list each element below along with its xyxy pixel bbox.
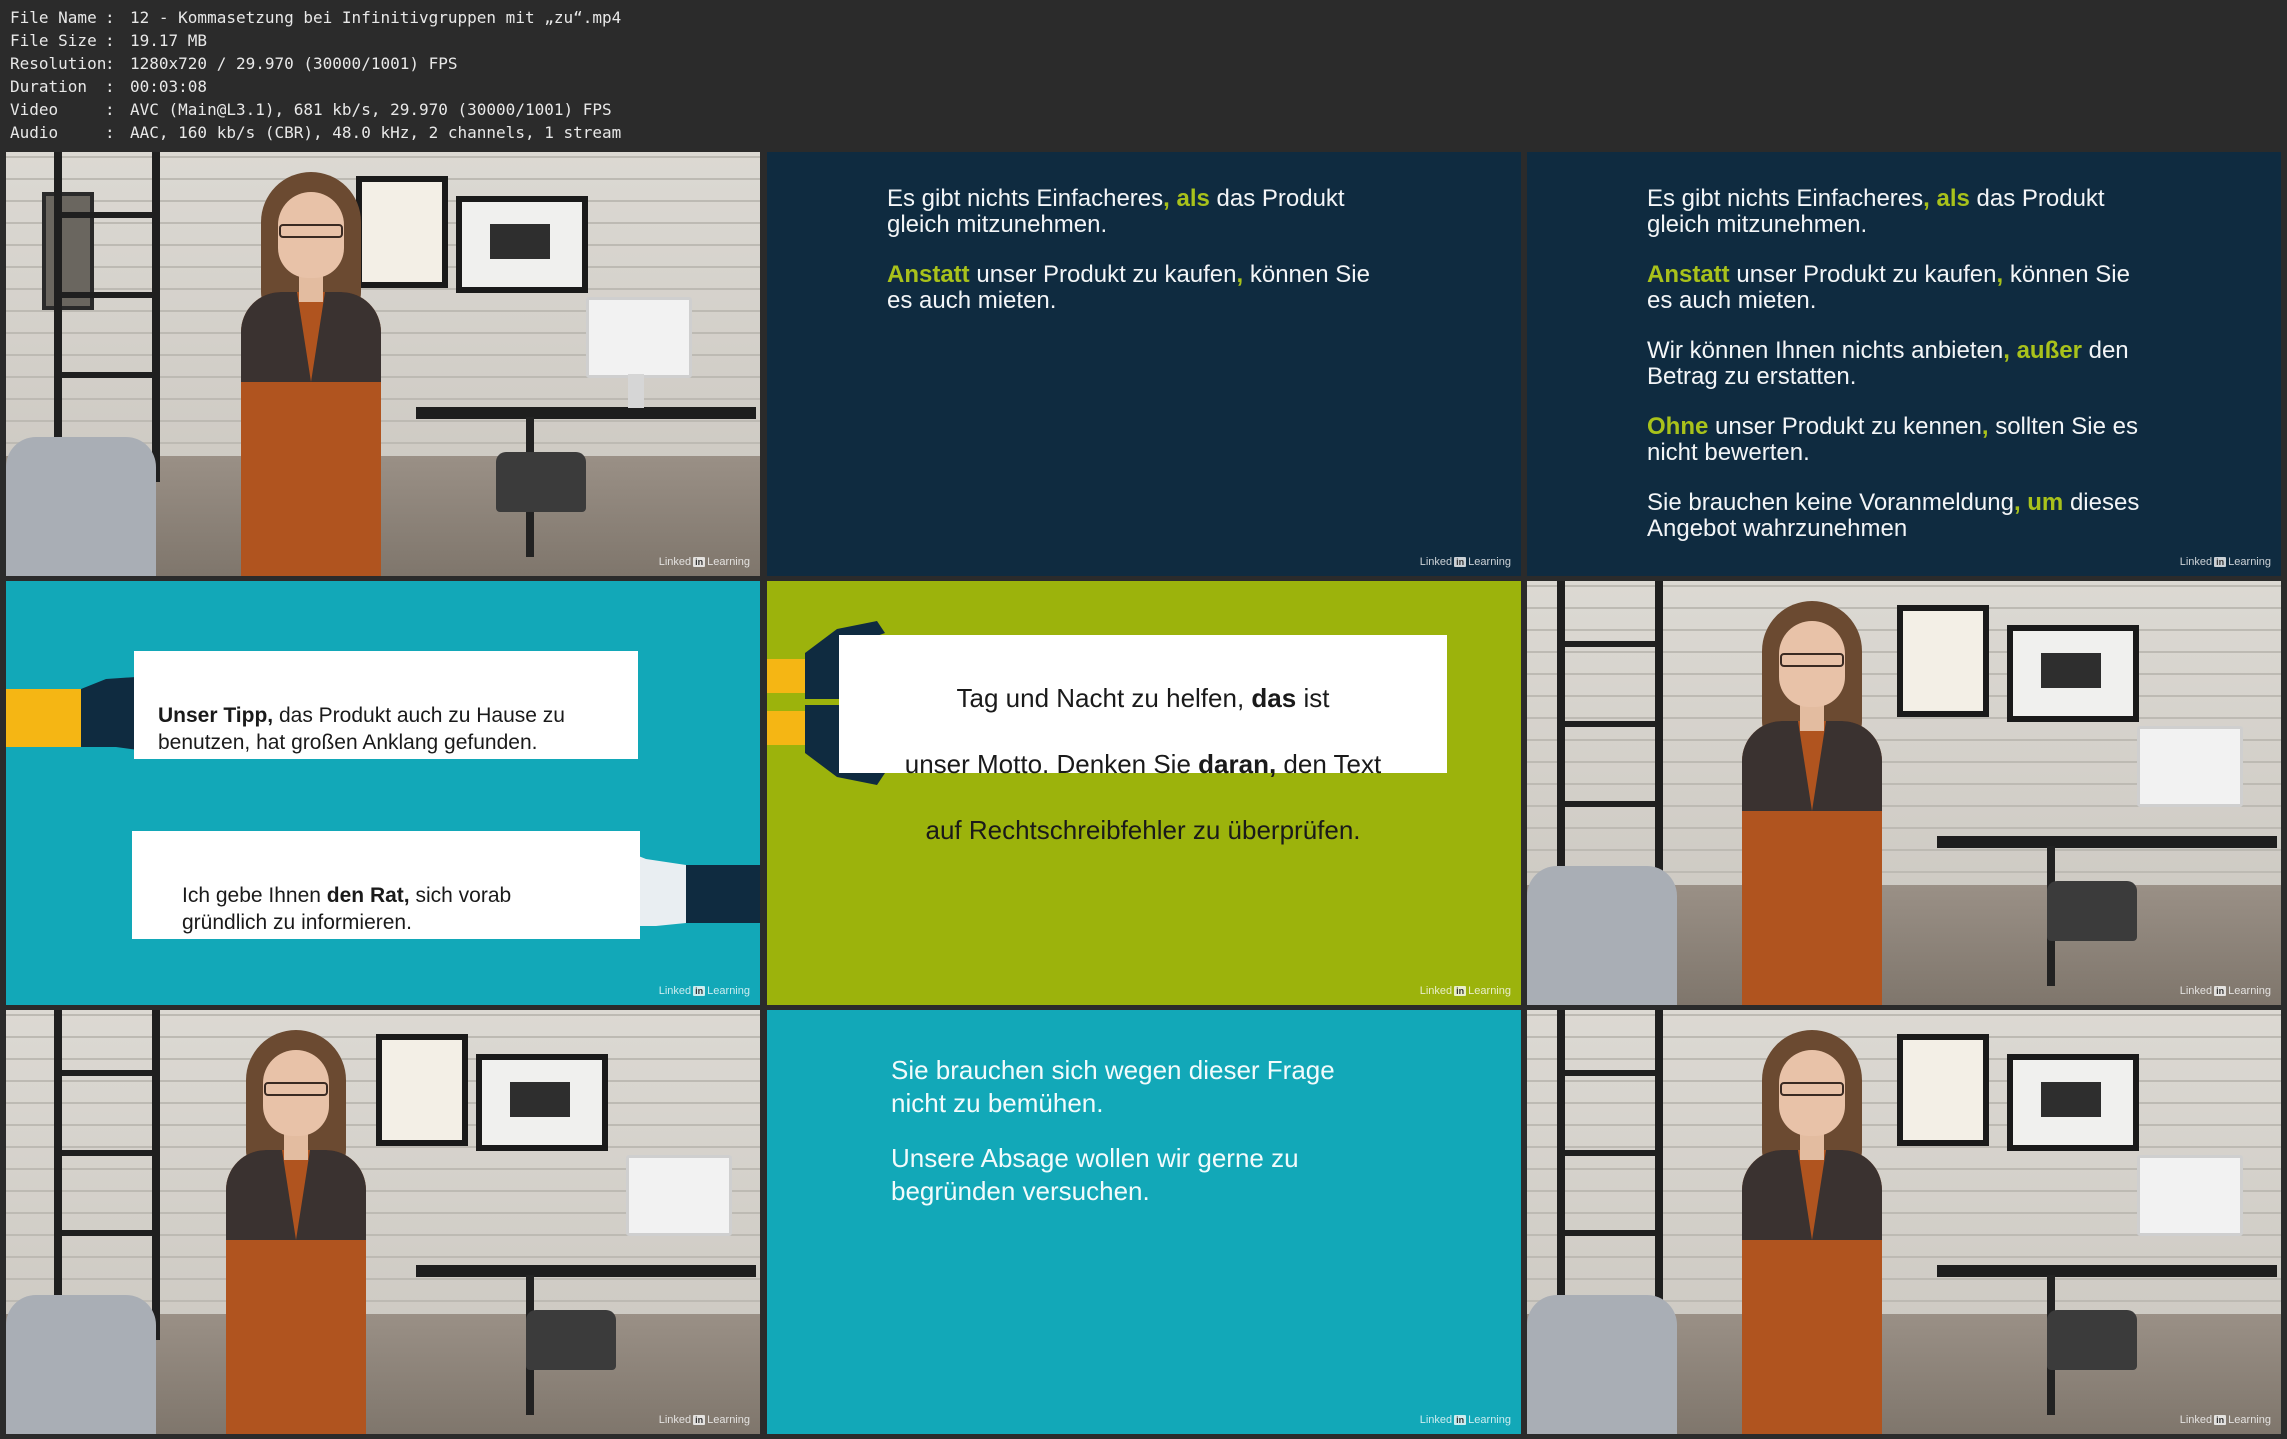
slide-text: Sie brauchen sich wegen dieser Frage nic… — [891, 1055, 1335, 1206]
metadata-value: 12 - Kommasetzung bei Infinitivgruppen m… — [130, 8, 622, 27]
metadata-separator: : — [105, 123, 115, 142]
presenter — [1722, 601, 1902, 1005]
metadata-separator: : — [105, 54, 115, 73]
metadata-separator: : — [105, 31, 115, 50]
metadata-key: Audio — [10, 123, 59, 142]
linkedin-learning-watermark: Linked in Learning — [658, 985, 750, 997]
metadata-row: Duration:00:03:08 — [10, 75, 621, 98]
office-chair — [2047, 881, 2137, 941]
sofa — [6, 437, 156, 576]
highlight-word: , außer — [2003, 337, 2082, 364]
office-chair — [496, 452, 586, 512]
metadata-key: Duration — [10, 77, 88, 96]
motto-card: Tag und Nacht zu helfen, das ist unser M… — [839, 635, 1447, 845]
highlight-word: Ohne — [1647, 413, 1709, 440]
linkedin-learning-watermark: Linked in Learning — [2179, 985, 2271, 997]
highlight-word: Anstatt — [887, 261, 970, 288]
metadata-value: 00:03:08 — [130, 77, 208, 96]
slide-sentence: Anstatt unser Produkt zu kaufen, können … — [1647, 261, 2130, 314]
metadata-key: File Name — [10, 8, 97, 27]
tip-card: Unser Tipp, das Produkt auch zu Hause zu… — [134, 651, 638, 759]
highlight-word: Anstatt — [1647, 261, 1730, 288]
sofa — [1527, 1295, 1677, 1434]
linkedin-learning-watermark: Linked in Learning — [2179, 1414, 2271, 1426]
metadata-key: File Size — [10, 31, 97, 50]
desk — [416, 407, 756, 419]
eye-chart-frame — [376, 1034, 468, 1146]
bookshelf — [1557, 581, 1663, 911]
metadata-row: Audio: AAC, 160 kb/s (CBR), 48.0 kHz, 2 c… — [10, 121, 621, 144]
slide-sentence: Ohne unser Produkt zu kennen, sollten Si… — [1647, 413, 2138, 466]
desk — [416, 1265, 756, 1277]
photo-frame — [476, 1054, 608, 1151]
metadata-row: File Size:19.17 MB — [10, 29, 621, 52]
eye-chart-frame — [1897, 605, 1989, 717]
slide-text: Es gibt nichts Einfacheres, als das Prod… — [887, 186, 1370, 338]
file-metadata: File Name:12 - Kommasetzung bei Infiniti… — [10, 6, 621, 144]
desk — [1937, 836, 2277, 848]
highlight-word: , als — [1163, 185, 1210, 212]
slide-sentence: Wir können Ihnen nichts anbieten, außer … — [1647, 337, 2129, 390]
slide-text: Es gibt nichts Einfacheres, als das Prod… — [1647, 186, 2139, 566]
metadata-key: Resolution — [10, 54, 107, 73]
slide-sentence: Anstatt unser Produkt zu kaufen, können … — [887, 261, 1370, 314]
highlight-word: , um — [2013, 489, 2064, 516]
sofa — [1527, 866, 1677, 1005]
highlight-word: , — [1981, 413, 1989, 440]
thumbnail-slide-2: Es gibt nichts Einfacheres, als das Prod… — [767, 152, 1521, 576]
metadata-row: Resolution:1280x720 / 29.970 (30000/1001… — [10, 52, 621, 75]
photo-frame — [2007, 1054, 2139, 1151]
metadata-value: 19.17 MB — [130, 31, 208, 50]
metadata-separator: : — [105, 100, 115, 119]
hand-illustrations — [6, 671, 760, 926]
presenter — [206, 1030, 386, 1434]
sofa — [6, 1295, 156, 1434]
slide-sentence: Es gibt nichts Einfacheres, als das Prod… — [887, 185, 1345, 238]
bookshelf — [54, 1010, 160, 1340]
bookshelf — [54, 152, 160, 482]
metadata-value: AVC (Main@L3.1), 681 kb/s, 29.970 (30000… — [130, 100, 612, 119]
linkedin-learning-watermark: Linked in Learning — [1419, 556, 1511, 568]
office-chair — [2047, 1310, 2137, 1370]
thumbnail-slide-5: Tag und Nacht zu helfen, das ist unser M… — [767, 581, 1521, 1005]
presenter — [221, 172, 401, 576]
linkedin-learning-watermark: Linked in Learning — [2179, 556, 2271, 568]
advice-card: Ich gebe Ihnen den Rat, sich vorab gründ… — [132, 831, 640, 939]
metadata-row: File Name:12 - Kommasetzung bei Infiniti… — [10, 6, 621, 29]
monitor — [2137, 726, 2243, 807]
linkedin-learning-watermark: Linked in Learning — [658, 556, 750, 568]
photo-frame — [2007, 625, 2139, 722]
desk — [1937, 1265, 2277, 1277]
bookshelf — [1557, 1010, 1663, 1340]
thumbnail-presenter-1: Linked in Learning — [6, 152, 760, 576]
slide-sentence: Sie brauchen keine Voranmeldung, um dies… — [1647, 489, 2140, 542]
thumbnail-slide-4: Unser Tipp, das Produkt auch zu Hause zu… — [6, 581, 760, 1005]
office-chair — [526, 1310, 616, 1370]
thumbnail-slide-8: Sie brauchen sich wegen dieser Frage nic… — [767, 1010, 1521, 1434]
metadata-key: Video — [10, 100, 59, 119]
metadata-separator: : — [105, 77, 115, 96]
monitor — [586, 297, 692, 378]
thumbnail-presenter-3: Linked in Learning — [6, 1010, 760, 1434]
eye-chart-frame — [1897, 1034, 1989, 1146]
linkedin-learning-watermark: Linked in Learning — [1419, 1414, 1511, 1426]
thumbnail-slide-3: Es gibt nichts Einfacheres, als das Prod… — [1527, 152, 2281, 576]
metadata-value: AAC, 160 kb/s (CBR), 48.0 kHz, 2 channel… — [130, 123, 622, 142]
thumbnail-presenter-2: Linked in Learning — [1527, 581, 2281, 1005]
metadata-value: 1280x720 / 29.970 (30000/1001) FPS — [130, 54, 458, 73]
linkedin-learning-watermark: Linked in Learning — [658, 1414, 750, 1426]
presenter — [1722, 1030, 1902, 1434]
monitor — [2137, 1155, 2243, 1236]
highlight-word: , als — [1923, 185, 1970, 212]
monitor — [626, 1155, 732, 1236]
slide-sentence: Es gibt nichts Einfacheres, als das Prod… — [1647, 185, 2105, 238]
linkedin-learning-watermark: Linked in Learning — [1419, 985, 1511, 997]
metadata-separator: : — [105, 8, 115, 27]
thumbnail-presenter-4: Linked in Learning — [1527, 1010, 2281, 1434]
photo-frame — [456, 196, 588, 293]
metadata-row: Video: AVC (Main@L3.1), 681 kb/s, 29.970 … — [10, 98, 621, 121]
